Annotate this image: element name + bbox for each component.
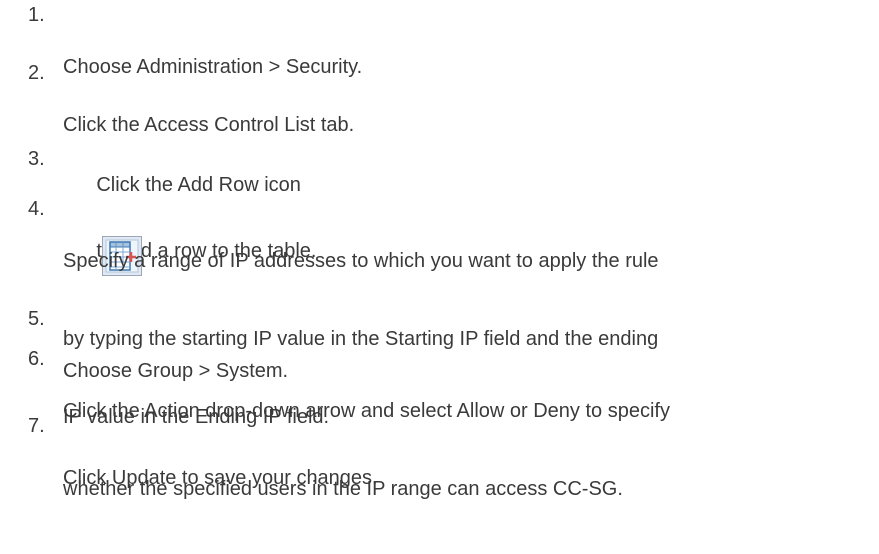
step-number: 1. xyxy=(28,4,45,26)
step-number: 3. xyxy=(28,148,45,170)
step-line: Click the Access Control List tab. xyxy=(63,114,355,136)
step-text: Click Update to save your changes. xyxy=(63,413,863,543)
step-line: Specify a range of IP addresses to which… xyxy=(63,250,659,272)
step-number: 7. xyxy=(28,415,45,437)
step-number: 4. xyxy=(28,198,45,220)
step-line: Click Update to save your changes. xyxy=(63,467,378,489)
step-number: 6. xyxy=(28,348,45,370)
step-number: 5. xyxy=(28,308,45,330)
step-number: 2. xyxy=(28,62,45,84)
